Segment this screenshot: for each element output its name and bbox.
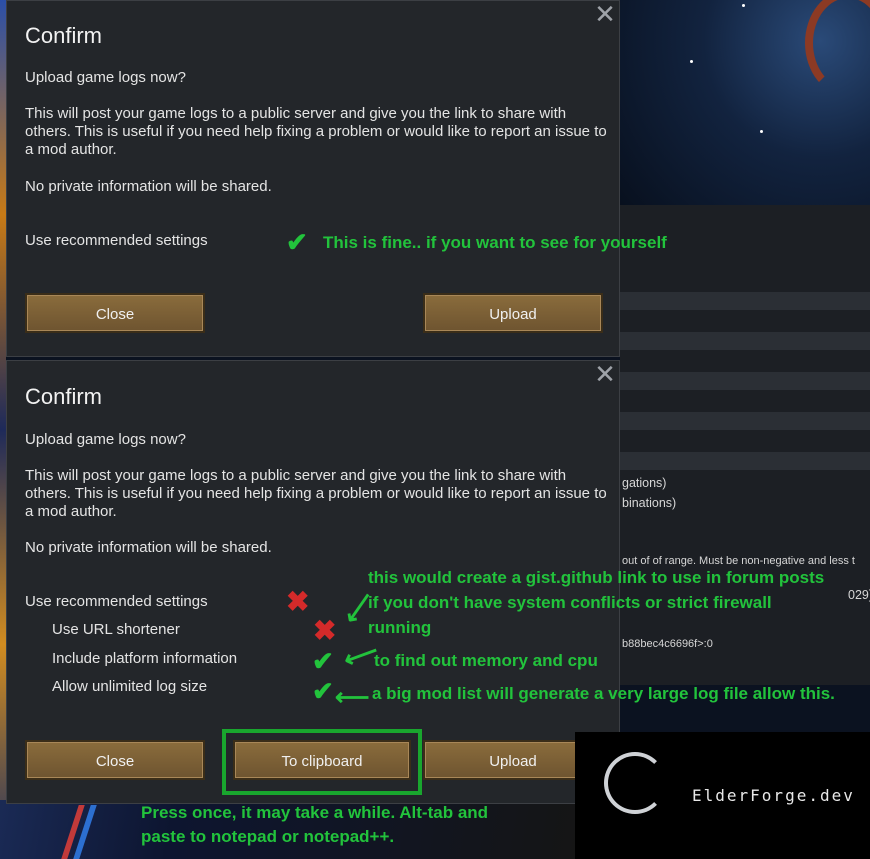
url-shortener-label[interactable]: Use URL shortener bbox=[52, 621, 180, 638]
dialog-description: This will post your game logs to a publi… bbox=[25, 467, 607, 520]
clipboard-highlight-box bbox=[222, 729, 422, 795]
background-row bbox=[620, 332, 870, 350]
upload-button[interactable]: Upload bbox=[423, 293, 603, 333]
background-row bbox=[620, 292, 870, 310]
platform-info-label[interactable]: Include platform information bbox=[52, 650, 237, 667]
annotation-clipboard-line1: Press once, it may take a while. Alt-tab… bbox=[141, 803, 489, 822]
check-mark-icon: ✔ bbox=[286, 227, 308, 257]
annotation-platform: to find out memory and cpu bbox=[374, 651, 598, 670]
dialog-title: Confirm bbox=[25, 384, 103, 409]
background-text: b88bec4c6696f>:0 bbox=[622, 638, 713, 650]
annotation-gist-line1: this would create a gist.github link to … bbox=[368, 568, 825, 587]
close-button[interactable]: Close bbox=[25, 740, 205, 780]
recommended-settings-label[interactable]: Use recommended settings bbox=[25, 593, 208, 610]
dialog-description: This will post your game logs to a publi… bbox=[25, 105, 607, 158]
background-log-panel bbox=[620, 205, 870, 685]
dialog-privacy-note: No private information will be shared. bbox=[25, 178, 272, 195]
background-text: binations) bbox=[622, 496, 677, 510]
background-star bbox=[742, 4, 745, 7]
annotation-gist-line2: if you don't have system conflicts or st… bbox=[368, 593, 772, 612]
background-row bbox=[620, 412, 870, 430]
dragon-logo-icon bbox=[604, 752, 666, 814]
dialog-privacy-note: No private information will be shared. bbox=[25, 539, 272, 556]
background-star bbox=[760, 130, 763, 133]
close-button[interactable]: Close bbox=[25, 293, 205, 333]
background-star bbox=[690, 60, 693, 63]
annotation-logsize: a big mod list will generate a very larg… bbox=[372, 684, 835, 703]
background-text: out of of range. Must be non-negative an… bbox=[622, 555, 855, 567]
annotation-clipboard-line2: paste to notepad or notepad++. bbox=[141, 827, 395, 846]
background-row bbox=[620, 452, 870, 470]
logo-text: ElderForge.dev bbox=[692, 786, 855, 805]
arrow-icon: ⟵ bbox=[335, 684, 370, 711]
annotation-fine: This is fine.. if you want to see for yo… bbox=[323, 233, 667, 252]
background-text: gations) bbox=[622, 476, 667, 490]
confirm-dialog-top: ✕ Confirm Upload game logs now? This wil… bbox=[6, 0, 620, 357]
check-mark-icon: ✔ bbox=[312, 676, 334, 706]
recommended-settings-label[interactable]: Use recommended settings bbox=[25, 232, 208, 249]
background-text: 029] bbox=[848, 588, 870, 602]
unlimited-log-size-label[interactable]: Allow unlimited log size bbox=[52, 678, 207, 695]
cross-mark-icon: ✖ bbox=[286, 586, 310, 617]
cross-mark-icon: ✖ bbox=[313, 615, 337, 646]
annotation-gist-line3: running bbox=[368, 618, 432, 637]
dialog-question: Upload game logs now? bbox=[25, 69, 186, 86]
dialog-question: Upload game logs now? bbox=[25, 431, 186, 448]
close-icon[interactable]: ✕ bbox=[593, 361, 617, 387]
close-icon[interactable]: ✕ bbox=[593, 1, 617, 27]
check-mark-icon: ✔ bbox=[312, 646, 334, 676]
dialog-title: Confirm bbox=[25, 23, 103, 48]
background-row bbox=[620, 372, 870, 390]
